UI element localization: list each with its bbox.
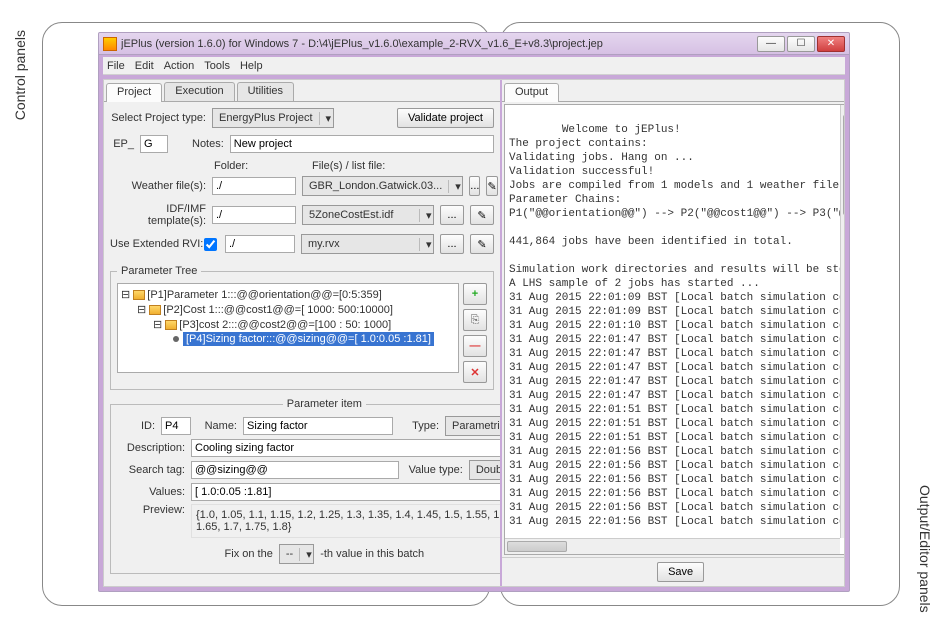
tab-utilities[interactable]: Utilities — [237, 82, 294, 101]
tab-execution[interactable]: Execution — [164, 82, 234, 101]
titlebar[interactable]: jEPlus (version 1.6.0) for Windows 7 - D… — [99, 33, 849, 55]
tree-node-p1[interactable]: ⊟ [P1]Parameter 1:::@@orientation@@=[0:5… — [121, 287, 455, 302]
menu-file[interactable]: File — [107, 60, 125, 72]
notes-input[interactable] — [230, 135, 494, 153]
preview-text: {1.0, 1.05, 1.1, 1.15, 1.2, 1.25, 1.3, 1… — [191, 504, 500, 538]
output-textarea[interactable]: Welcome to jEPlus! The project contains:… — [504, 104, 845, 555]
chevron-down-icon: ▾ — [319, 112, 333, 125]
chevron-down-icon: ▾ — [299, 548, 313, 561]
window-title: jEPlus (version 1.6.0) for Windows 7 - D… — [121, 38, 757, 50]
save-button[interactable]: Save — [657, 562, 704, 582]
menu-edit[interactable]: Edit — [135, 60, 154, 72]
menubar: File Edit Action Tools Help — [103, 57, 845, 75]
left-tab-strip: Project Execution Utilities — [104, 80, 500, 102]
label-name: Name: — [197, 420, 237, 432]
parameter-tree[interactable]: ⊟ [P1]Parameter 1:::@@orientation@@=[0:5… — [117, 283, 459, 373]
parameter-item-legend: Parameter item — [283, 398, 366, 410]
label-search-tag: Search tag: — [117, 464, 185, 476]
tree-node-p3[interactable]: ⊟ [P3]cost 2:::@@cost2@@=[100 : 50: 1000… — [121, 317, 455, 332]
tab-project[interactable]: Project — [106, 83, 162, 102]
label-files-hdr: File(s) / list file: — [312, 160, 385, 172]
ep-input[interactable] — [140, 135, 168, 153]
id-input[interactable] — [161, 417, 191, 435]
tree-node-p4[interactable]: [P4]Sizing factor:::@@sizing@@=[ 1.0:0.0… — [183, 332, 434, 346]
tree-remove-button[interactable]: — — [463, 335, 487, 357]
rvi-folder-input[interactable] — [225, 235, 295, 253]
label-notes: Notes: — [192, 138, 224, 150]
menu-tools[interactable]: Tools — [204, 60, 230, 72]
output-text: Welcome to jEPlus! The project contains:… — [509, 124, 845, 555]
tree-delete-button[interactable]: ✕ — [463, 361, 487, 383]
left-pane: Project Execution Utilities Select Proje… — [104, 80, 502, 586]
idf-edit-button[interactable]: ✎ — [470, 205, 494, 225]
label-value-type: Value type: — [405, 464, 463, 476]
rvi-edit-button[interactable]: ✎ — [470, 234, 494, 254]
parameter-item-group: Parameter item ID: Name: Type: Parametri… — [110, 398, 500, 574]
scroll-handle[interactable] — [843, 115, 845, 215]
parameter-tree-legend: Parameter Tree — [117, 265, 201, 277]
bullet-icon — [173, 336, 179, 342]
tree-add-button[interactable]: + — [463, 283, 487, 305]
idf-file-select[interactable]: 5ZoneCostEst.idf▾ — [302, 205, 434, 225]
app-window: jEPlus (version 1.6.0) for Windows 7 - D… — [98, 32, 850, 592]
tab-output[interactable]: Output — [504, 83, 559, 102]
label-idf: IDF/IMF template(s): — [110, 203, 206, 227]
label-fix-suffix: -th value in this batch — [320, 548, 424, 560]
close-button[interactable]: ✕ — [817, 36, 845, 52]
minimize-button[interactable]: — — [757, 36, 785, 52]
weather-file-select[interactable]: GBR_London.Gatwick.03...▾ — [302, 176, 463, 196]
tree-copy-button[interactable]: ⎘ — [463, 309, 487, 331]
scrollbar-horizontal[interactable] — [505, 538, 840, 554]
parameter-tree-group: Parameter Tree ⊟ [P1]Parameter 1:::@@ori… — [110, 265, 494, 390]
rvi-file-select[interactable]: my.rvx▾ — [301, 234, 434, 254]
label-rvi: Use Extended RVI: — [110, 238, 206, 250]
scrollbar-vertical[interactable] — [840, 105, 845, 538]
label-type: Type: — [399, 420, 439, 432]
rvi-checkbox[interactable] — [204, 238, 217, 251]
right-tab-strip: Output — [502, 80, 845, 102]
chevron-down-icon: ▾ — [448, 180, 462, 193]
weather-browse-button[interactable]: ... — [469, 176, 480, 196]
folder-icon — [165, 320, 177, 330]
scroll-handle[interactable] — [507, 541, 567, 552]
value-type-select[interactable]: Double▾ — [469, 460, 500, 480]
label-ep: EP_ — [110, 138, 134, 150]
weather-folder-input[interactable] — [212, 177, 296, 195]
maximize-button[interactable]: ☐ — [787, 36, 815, 52]
project-type-select[interactable]: EnergyPlus Project▾ — [212, 108, 334, 128]
idf-folder-input[interactable] — [212, 206, 296, 224]
label-description: Description: — [117, 442, 185, 454]
label-project-type: Select Project type: — [110, 112, 206, 124]
right-pane: Output Welcome to jEPlus! The project co… — [502, 80, 845, 586]
description-input[interactable] — [191, 439, 500, 457]
menu-action[interactable]: Action — [164, 60, 195, 72]
label-folder-hdr: Folder: — [214, 160, 304, 172]
label-id: ID: — [117, 420, 155, 432]
label-weather: Weather file(s): — [110, 180, 206, 192]
label-control-panels: Control panels — [12, 30, 28, 120]
fix-select[interactable]: --▾ — [279, 544, 314, 564]
tree-node-p2[interactable]: ⊟ [P2]Cost 1:::@@cost1@@=[ 1000: 500:100… — [121, 302, 455, 317]
validate-button[interactable]: Validate project — [397, 108, 494, 128]
values-input[interactable] — [191, 483, 500, 501]
weather-edit-button[interactable]: ✎ — [486, 176, 497, 196]
chevron-down-icon: ▾ — [419, 209, 433, 222]
label-values: Values: — [117, 486, 185, 498]
type-select[interactable]: Parametrics▾ — [445, 416, 500, 436]
label-output-panels: Output/Editor panels — [917, 485, 933, 613]
folder-icon — [133, 290, 145, 300]
menu-help[interactable]: Help — [240, 60, 263, 72]
idf-browse-button[interactable]: ... — [440, 205, 464, 225]
rvi-browse-button[interactable]: ... — [440, 234, 464, 254]
name-input[interactable] — [243, 417, 393, 435]
folder-icon — [149, 305, 161, 315]
app-icon — [103, 37, 117, 51]
label-fix-on: Fix on the — [225, 548, 273, 560]
chevron-down-icon: ▾ — [419, 238, 433, 251]
label-preview: Preview: — [117, 504, 185, 516]
search-tag-input[interactable] — [191, 461, 399, 479]
